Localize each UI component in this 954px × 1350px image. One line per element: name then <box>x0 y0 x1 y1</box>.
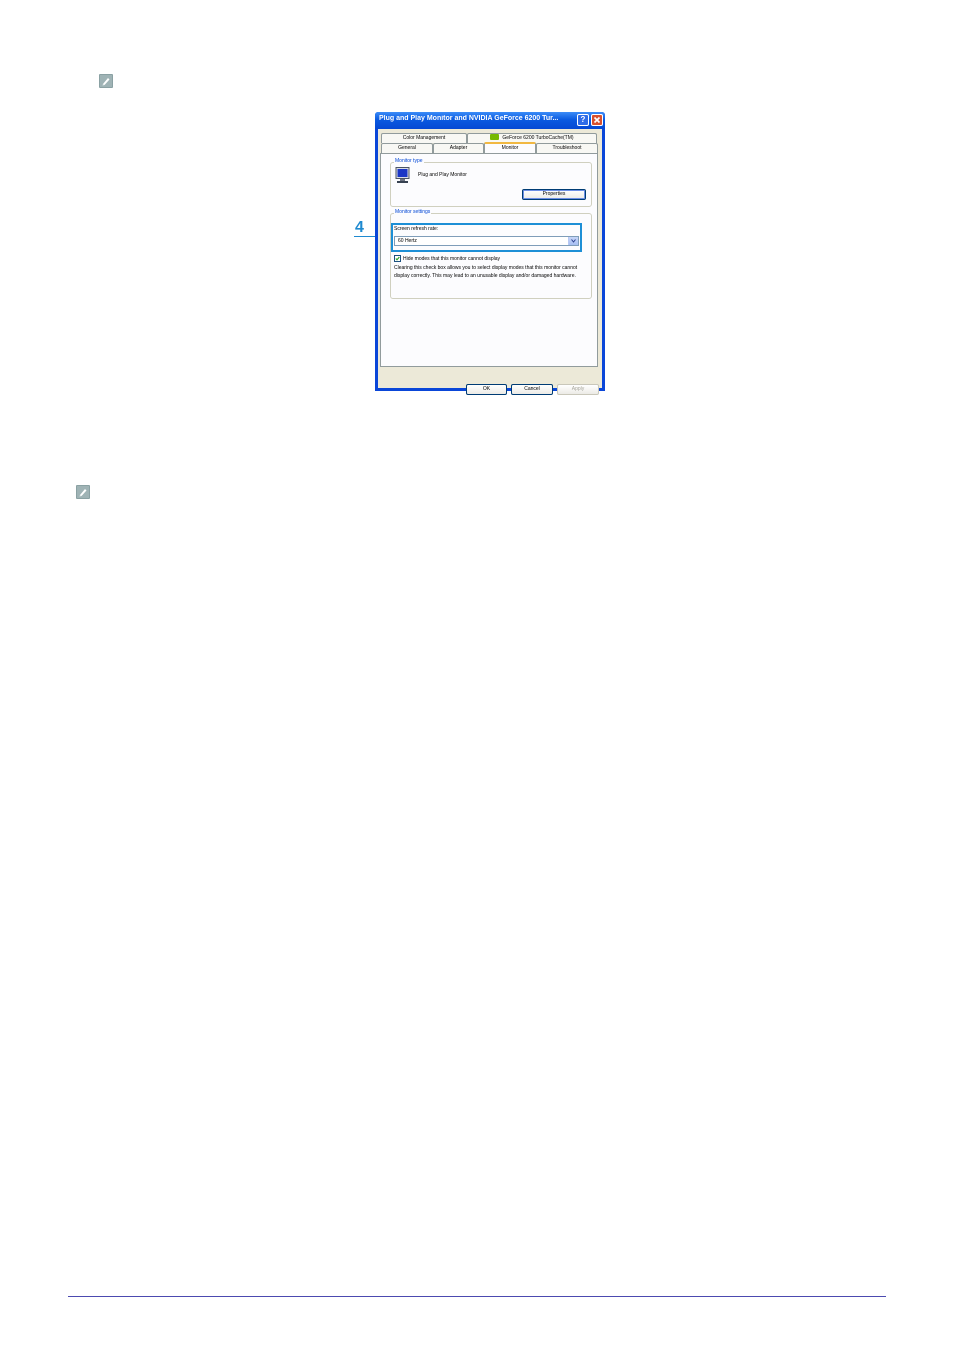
close-icon <box>593 116 601 124</box>
help-button[interactable]: ? <box>577 114 589 126</box>
tab-monitor[interactable]: Monitor <box>484 142 536 153</box>
refresh-rate-select[interactable]: 60 Hertz <box>394 236 579 246</box>
refresh-rate-value: 60 Hertz <box>398 238 417 244</box>
nvidia-icon <box>490 134 500 140</box>
footer-divider <box>68 1296 886 1297</box>
title-bar[interactable]: Plug and Play Monitor and NVIDIA GeForce… <box>375 112 605 129</box>
tab-color-management[interactable]: Color Management <box>381 133 467 143</box>
monitor-type-label: Monitor type <box>394 158 424 164</box>
cancel-button[interactable]: Cancel <box>511 384 553 395</box>
hide-modes-description: Clearing this check box allows you to se… <box>394 265 578 279</box>
dialog-title: Plug and Play Monitor and NVIDIA GeForce… <box>379 115 559 122</box>
note-icon <box>76 485 90 499</box>
refresh-rate-label: Screen refresh rate: <box>394 226 439 232</box>
ok-button[interactable]: OK <box>466 384 507 395</box>
monitor-tab-panel: Monitor type Plug and Play Monitor Prope… <box>380 153 598 367</box>
monitor-icon <box>395 167 410 189</box>
tab-geforce-label: GeForce 6200 TurboCache(TM) <box>502 135 574 141</box>
monitor-settings-label: Monitor settings <box>394 209 432 215</box>
monitor-type-group: Monitor type Plug and Play Monitor Prope… <box>390 158 592 207</box>
note-icon <box>99 74 113 88</box>
monitor-name: Plug and Play Monitor <box>418 172 467 178</box>
tab-general[interactable]: General <box>381 143 433 153</box>
properties-button[interactable]: Properties <box>522 189 586 200</box>
tab-adapter[interactable]: Adapter <box>433 143 484 153</box>
dialog-client-area: Color Management GeForce 6200 TurboCache… <box>378 129 602 395</box>
tab-troubleshoot[interactable]: Troubleshoot <box>536 143 598 153</box>
monitor-settings-group: Monitor settings Screen refresh rate: 60… <box>390 209 592 299</box>
display-properties-dialog: Plug and Play Monitor and NVIDIA GeForce… <box>375 112 605 395</box>
apply-button[interactable]: Apply <box>557 384 599 395</box>
close-button[interactable] <box>591 114 603 126</box>
checkmark-icon <box>395 256 400 261</box>
hide-modes-label: Hide modes that this monitor cannot disp… <box>403 256 500 262</box>
chevron-down-icon[interactable] <box>568 237 578 245</box>
hide-modes-checkbox[interactable] <box>394 255 401 262</box>
callout-number: 4 <box>355 219 364 236</box>
